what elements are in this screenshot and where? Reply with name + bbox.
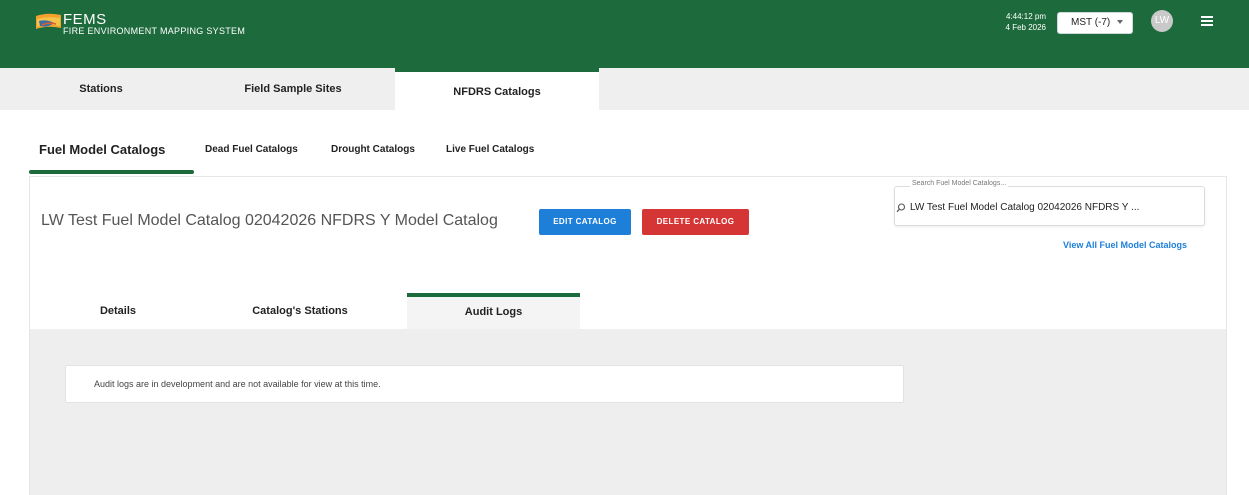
clock-time: 4:44:12 pm: [1005, 12, 1046, 21]
edit-catalog-button[interactable]: EDIT CATALOG: [539, 209, 631, 235]
tab-details[interactable]: Details: [30, 295, 206, 329]
chevron-down-icon: [1117, 20, 1123, 24]
search-value: LW Test Fuel Model Catalog 02042026 NFDR…: [910, 202, 1140, 213]
timezone-select[interactable]: MST (-7): [1057, 12, 1133, 34]
tab-audit-logs[interactable]: Audit Logs: [407, 293, 580, 329]
app-header: FEMS FIRE ENVIRONMENT MAPPING SYSTEM 4:4…: [0, 0, 1249, 68]
catalog-title: LW Test Fuel Model Catalog 02042026 NFDR…: [41, 212, 498, 229]
tab-catalogs-stations[interactable]: Catalog's Stations: [212, 295, 388, 329]
tab-stations[interactable]: Stations: [16, 68, 186, 110]
audit-logs-notice: Audit logs are in development and are no…: [65, 365, 904, 403]
tab-fuel-model-catalogs[interactable]: Fuel Model Catalogs: [39, 142, 165, 157]
active-tab-indicator: [29, 170, 194, 174]
search-icon: [896, 203, 906, 213]
view-all-catalogs-link[interactable]: View All Fuel Model Catalogs: [1063, 240, 1187, 250]
tab-field-sample-sites[interactable]: Field Sample Sites: [193, 68, 393, 110]
audit-logs-content: [30, 329, 1226, 495]
delete-catalog-button[interactable]: DELETE CATALOG: [642, 209, 749, 235]
tab-nfdrs-catalogs[interactable]: NFDRS Catalogs: [395, 68, 599, 110]
search-label: Search Fuel Model Catalogs...: [910, 180, 1009, 187]
tab-drought-catalogs[interactable]: Drought Catalogs: [331, 144, 415, 155]
tab-live-fuel-catalogs[interactable]: Live Fuel Catalogs: [446, 144, 534, 155]
brand-subtitle: FIRE ENVIRONMENT MAPPING SYSTEM: [63, 26, 246, 36]
user-avatar[interactable]: LW: [1151, 10, 1173, 32]
clock: 4:44:12 pm 4 Feb 2026: [994, 11, 1046, 33]
timezone-value: MST (-7): [1071, 17, 1111, 28]
tab-dead-fuel-catalogs[interactable]: Dead Fuel Catalogs: [205, 144, 298, 155]
clock-date: 4 Feb 2026: [1005, 23, 1046, 32]
main-nav-tabs: Stations Field Sample Sites NFDRS Catalo…: [0, 68, 1249, 110]
hamburger-menu-icon[interactable]: [1201, 16, 1213, 26]
